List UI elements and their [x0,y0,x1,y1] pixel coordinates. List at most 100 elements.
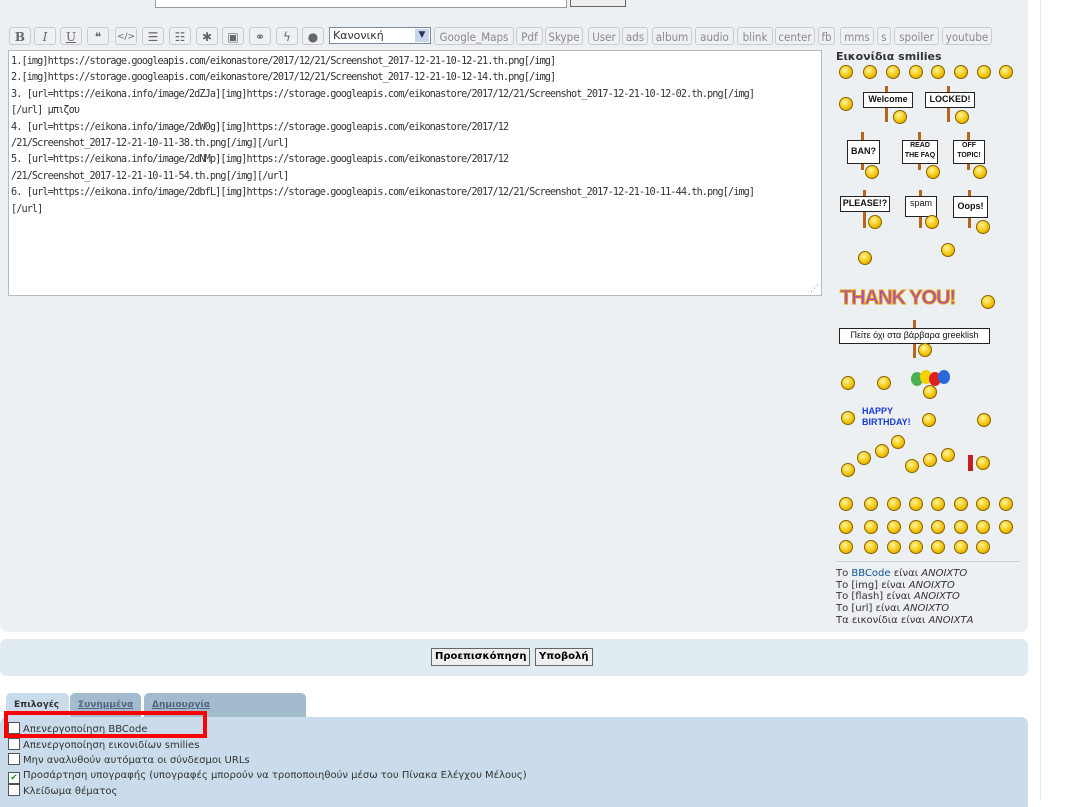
message-textarea[interactable]: 1.[img]https://storage.googleapis.com/ei… [8,50,822,296]
smiley-icon[interactable] [931,520,945,534]
smiley-icon[interactable] [909,65,923,79]
bbcode-button-audio[interactable]: audio [695,27,734,45]
smiley-icon[interactable] [941,448,955,462]
checkbox[interactable] [8,753,20,766]
smiley-icon[interactable] [976,220,990,234]
ordered-list-button[interactable]: ☷ [169,27,191,45]
option-4[interactable]: Κλείδωμα θέματος [8,784,117,798]
smiley-icon[interactable] [864,497,878,511]
smiley-icon[interactable] [918,343,932,357]
bold-button[interactable]: B [9,27,31,45]
sign-greeklish[interactable]: Πείτε όχι στα βάρβαρα greeklish [839,328,990,344]
smiley-icon[interactable] [864,540,878,554]
list-button[interactable]: ☰ [142,27,164,45]
option-3[interactable]: ✔ Προσάρτηση υπογραφής (υπογραφές μπορούν… [8,769,527,784]
sign-spam[interactable]: spam [905,196,937,217]
smiley-icon[interactable] [925,215,939,229]
bbcode-button-fb[interactable]: fb [818,27,835,45]
bbcode-button-pdf[interactable]: Pdf [516,27,543,45]
smiley-icon[interactable] [954,520,968,534]
smiley-icon[interactable] [839,497,853,511]
smiley-icon[interactable] [976,520,990,534]
smiley-icon[interactable] [923,385,937,399]
smiley-icon[interactable] [841,376,855,390]
smiley-icon[interactable] [841,411,855,425]
sign-oops[interactable]: Oops! [953,196,988,218]
bbcode-button-skype[interactable]: Skype [545,27,583,45]
submit-button[interactable]: Υποβολή [535,648,593,666]
smiley-icon[interactable] [931,65,945,79]
smiley-icon[interactable] [931,540,945,554]
smiley-icon[interactable] [999,497,1013,511]
smiley-icon[interactable] [926,165,940,179]
bbcode-button-mms[interactable]: mms [840,27,874,45]
bbcode-button-user[interactable]: User [588,27,620,45]
smiley-icon[interactable] [839,65,853,79]
smiley-icon[interactable] [877,376,891,390]
thank-you-icon[interactable]: THANK YOU! [839,287,956,310]
resize-handle-icon[interactable]: ⋰ [810,284,819,294]
smiley-icon[interactable] [839,540,853,554]
smiley-icon[interactable] [977,65,991,79]
smiley-icon[interactable] [893,110,907,124]
smiley-icon[interactable] [909,497,923,511]
checkbox[interactable]: ✔ [8,771,20,784]
smiley-icon[interactable] [954,497,968,511]
top-select[interactable] [155,0,567,8]
code-button[interactable]: </> [115,27,137,45]
smiley-icon[interactable] [954,65,968,79]
smiley-icon[interactable] [931,497,945,511]
smiley-icon[interactable] [976,497,990,511]
bbcode-button-s[interactable]: s [877,27,891,45]
smiley-icon[interactable] [941,243,955,257]
birthday-text[interactable]: HAPPY BIRTHDAY! [862,406,914,428]
smiley-icon[interactable] [887,520,901,534]
bbcode-button-blink[interactable]: blink [737,27,773,45]
bbcode-button-album[interactable]: album [652,27,692,45]
smiley-icon[interactable] [886,65,900,79]
smiley-icon[interactable] [999,520,1013,534]
smiley-icon[interactable] [905,459,919,473]
sign-faq[interactable]: READ THE FAQ [902,140,938,164]
smiley-icon[interactable] [955,110,969,124]
link-button[interactable]: ⚭ [249,27,271,45]
smiley-icon[interactable] [839,520,853,534]
bbcode-button-spoiler[interactable]: spoiler [894,27,939,45]
top-button[interactable] [570,0,626,7]
smiley-icon[interactable] [976,456,990,470]
flash-button[interactable]: ϟ [276,27,298,45]
list-item-button[interactable]: ✱ [196,27,218,45]
smiley-icon[interactable] [909,520,923,534]
sign-ban[interactable]: BAN? [847,140,880,164]
sign-please[interactable]: PLEASE!? [840,196,890,212]
checkbox[interactable] [8,737,20,750]
smiley-icon[interactable] [981,295,995,309]
smiley-icon[interactable] [863,65,877,79]
option-1[interactable]: Απενεργοποίηση εικονιδίων smilies [8,737,199,752]
underline-button[interactable]: U [60,27,82,45]
smiley-icon[interactable] [864,520,878,534]
smiley-icon[interactable] [973,165,987,179]
smiley-icon[interactable] [887,540,901,554]
smiley-icon[interactable] [839,97,853,111]
bbcode-button-google_maps[interactable]: Google_Maps [434,27,514,45]
font-size-select[interactable]: Κανονική ▼ [329,27,431,44]
sign-offtopic[interactable]: OFF TOPIC! [953,140,985,164]
smiley-icon[interactable] [887,497,901,511]
smiley-icon[interactable] [865,165,879,179]
bbcode-button-ads[interactable]: ads [622,27,648,45]
smiley-icon[interactable] [858,251,872,265]
option-2[interactable]: Μην αναλυθούν αυτόματα οι σύνδεσμοι URLs [8,753,250,767]
bbcode-help-link[interactable]: BBCode [851,568,890,579]
bbcode-button-youtube[interactable]: youtube [942,27,992,45]
smiley-icon[interactable] [977,413,991,427]
preview-button[interactable]: Προεπισκόπηση [431,648,531,666]
bbcode-button-center[interactable]: center [775,27,815,45]
smiley-icon[interactable] [922,413,936,427]
smiley-icon[interactable] [857,451,871,465]
image-button[interactable]: ▣ [222,27,244,45]
sign-locked[interactable]: LOCKED! [925,92,975,108]
sign-welcome[interactable]: Welcome [863,92,913,108]
smiley-icon[interactable] [875,444,889,458]
smiley-icon[interactable] [976,540,990,554]
